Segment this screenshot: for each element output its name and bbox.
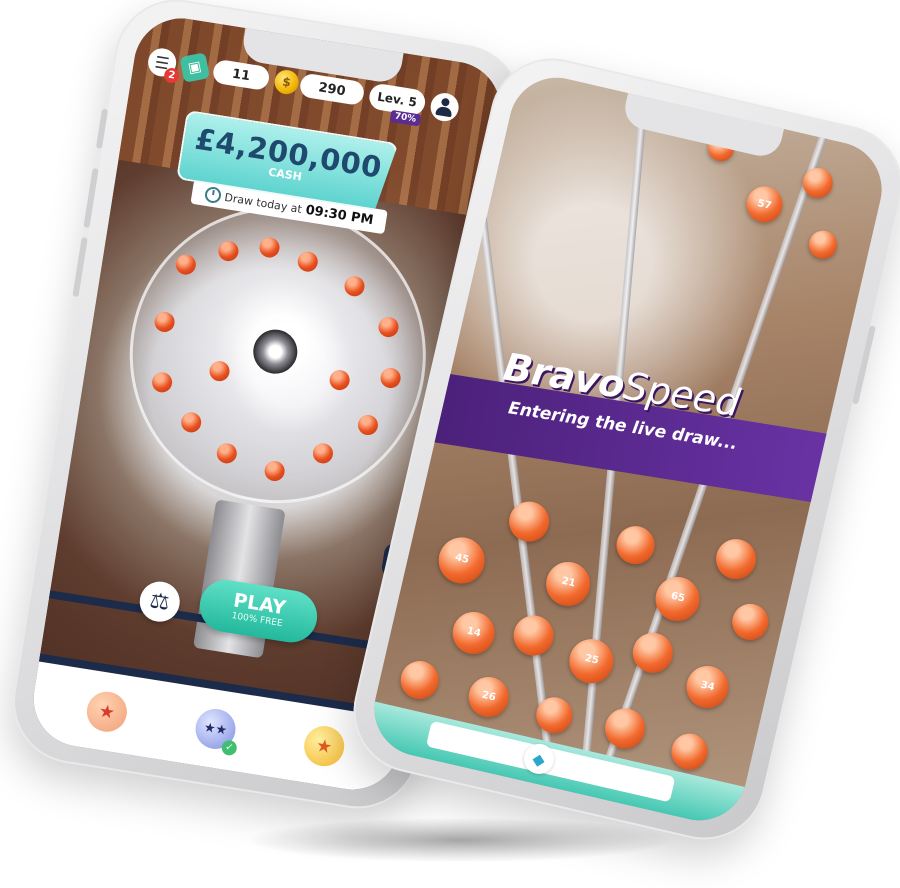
ball-number: 25 bbox=[583, 653, 600, 668]
ball-number: 65 bbox=[669, 590, 686, 605]
profile-button[interactable] bbox=[428, 91, 461, 124]
ball-number: 26 bbox=[480, 689, 497, 704]
stars-icon: ★★ bbox=[202, 719, 229, 739]
lottery-drum-image bbox=[108, 185, 448, 525]
ball-number: 45 bbox=[453, 552, 470, 566]
star-icon: ★ bbox=[97, 700, 117, 724]
lottery-ball bbox=[712, 535, 760, 584]
lottery-ball: 34 bbox=[682, 661, 733, 713]
lottery-ball bbox=[509, 611, 558, 660]
lottery-ball bbox=[806, 227, 840, 262]
scales-icon: ⚖ bbox=[148, 587, 172, 616]
drum-hub bbox=[250, 326, 301, 377]
ball-number: 34 bbox=[699, 679, 716, 694]
lottery-ball bbox=[505, 497, 554, 546]
lottery-ball bbox=[728, 600, 772, 644]
ticket-icon[interactable]: ▣ bbox=[179, 52, 210, 83]
ball-number: 14 bbox=[465, 625, 482, 640]
check-icon: ✓ bbox=[220, 739, 238, 757]
nav-stars-button[interactable]: ★★ ✓ bbox=[192, 706, 239, 757]
lottery-ball bbox=[667, 730, 712, 774]
phone-notch bbox=[620, 90, 785, 161]
level-label: Lev. 5 bbox=[376, 89, 418, 110]
lottery-ball bbox=[612, 522, 659, 568]
diamond-icon: ◆ bbox=[530, 748, 548, 770]
power-button bbox=[852, 325, 876, 405]
lottery-ball: 14 bbox=[448, 607, 499, 659]
user-icon bbox=[435, 97, 454, 117]
lottery-ball: 21 bbox=[541, 557, 595, 611]
clock-icon bbox=[203, 185, 222, 205]
lottery-ball: 26 bbox=[464, 673, 513, 721]
lottery-ball: 45 bbox=[434, 532, 490, 589]
coin-icon: $ bbox=[272, 68, 301, 96]
volume-up-button bbox=[83, 167, 99, 229]
tickets-count: 11 bbox=[211, 58, 271, 92]
volume-down-button bbox=[72, 236, 88, 298]
mute-switch bbox=[95, 108, 109, 150]
ball-number: 57 bbox=[756, 197, 773, 212]
menu-button[interactable]: ☰ 2 bbox=[146, 46, 181, 85]
gold-star-icon: ★ bbox=[314, 734, 334, 758]
floor-shadow bbox=[250, 818, 670, 862]
ball-number: 21 bbox=[560, 575, 577, 590]
nav-gold-star-button[interactable]: ★ bbox=[301, 723, 348, 770]
nav-star-button[interactable]: ★ bbox=[84, 688, 130, 735]
level-indicator[interactable]: Lev. 5 70% bbox=[367, 82, 427, 127]
lottery-ball: 25 bbox=[564, 634, 618, 688]
lottery-ball bbox=[396, 657, 443, 703]
lottery-ball: 57 bbox=[742, 182, 787, 227]
